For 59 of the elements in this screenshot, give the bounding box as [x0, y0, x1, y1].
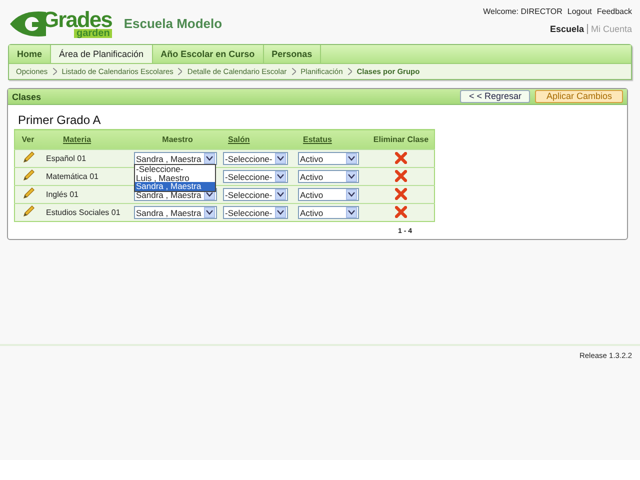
- panel-title: Clases: [12, 92, 42, 102]
- nav-tab[interactable]: Área de Planificación: [51, 45, 153, 63]
- dropdown-arrow-icon: [275, 207, 286, 218]
- column-header: Eliminar Clase: [368, 130, 434, 150]
- delete-icon[interactable]: [395, 188, 407, 200]
- context-link[interactable]: Escuela: [550, 24, 584, 34]
- status-select[interactable]: Activo: [298, 152, 359, 165]
- dropdown-arrow-icon: [204, 207, 215, 218]
- leaf-logo-icon: [8, 9, 48, 39]
- teacher-select[interactable]: Sandra , Maestra: [134, 152, 217, 165]
- dropdown-option[interactable]: Sandra , Maestra: [135, 182, 215, 190]
- room-select[interactable]: -Seleccione-: [223, 170, 288, 183]
- header-link[interactable]: Logout: [567, 7, 592, 16]
- header-link[interactable]: Feedback: [596, 7, 632, 16]
- back-button[interactable]: < < Regresar: [460, 90, 530, 103]
- pencil-icon[interactable]: [22, 205, 34, 218]
- pencil-icon[interactable]: [22, 169, 34, 182]
- status-select[interactable]: Activo: [298, 188, 359, 201]
- nav-tab[interactable]: Personas: [264, 45, 322, 63]
- teacher-select[interactable]: Sandra , Maestra: [134, 206, 217, 219]
- dropdown-arrow-icon: [346, 171, 357, 182]
- column-header[interactable]: Estatus: [298, 130, 368, 150]
- group-title: Primer Grado A: [18, 113, 102, 127]
- school-name: Escuela Modelo: [124, 16, 222, 30]
- column-header: Ver: [14, 130, 41, 150]
- chevron-icon: [178, 68, 182, 75]
- dropdown-arrow-icon: [346, 207, 357, 218]
- chevron-icon: [292, 68, 296, 75]
- dropdown-arrow-icon: [275, 153, 286, 164]
- apply-button[interactable]: Aplicar Cambios: [535, 90, 623, 103]
- column-header[interactable]: Salón: [223, 130, 298, 150]
- room-select[interactable]: -Seleccione-: [223, 206, 288, 219]
- pencil-icon[interactable]: [22, 151, 34, 164]
- dropdown-option[interactable]: -Seleccione-: [135, 165, 215, 174]
- welcome-text: Welcome: DIRECTOR: [483, 7, 562, 16]
- dropdown-arrow-icon: [346, 153, 357, 164]
- chevron-icon: [348, 68, 352, 75]
- nav-tab[interactable]: Año Escolar en Curso: [152, 45, 264, 63]
- logo-subtitle: garden: [74, 28, 112, 38]
- column-header: Maestro: [132, 130, 223, 150]
- dropdown-arrow-icon: [204, 153, 215, 164]
- status-select[interactable]: Activo: [298, 206, 359, 219]
- dropdown-arrow-icon: [346, 189, 357, 200]
- dropdown-arrow-icon: [275, 189, 286, 200]
- subject-cell: Inglés 01: [41, 186, 132, 204]
- chevron-icon: [52, 68, 57, 75]
- subject-cell: Estudios Sociales 01: [41, 204, 132, 222]
- subject-cell: Español 01: [41, 150, 132, 168]
- subject-cell: Matemática 01: [41, 168, 132, 186]
- delete-icon[interactable]: [395, 152, 407, 164]
- room-select[interactable]: -Seleccione-: [223, 188, 288, 201]
- pencil-icon[interactable]: [22, 187, 34, 200]
- dropdown-arrow-icon: [275, 171, 286, 182]
- room-select[interactable]: -Seleccione-: [223, 152, 288, 165]
- delete-icon[interactable]: [395, 206, 407, 218]
- column-header[interactable]: Materia: [41, 130, 132, 150]
- dropdown-option[interactable]: Luis , Maestro: [135, 174, 215, 182]
- status-select[interactable]: Activo: [298, 170, 359, 183]
- delete-icon[interactable]: [395, 170, 407, 182]
